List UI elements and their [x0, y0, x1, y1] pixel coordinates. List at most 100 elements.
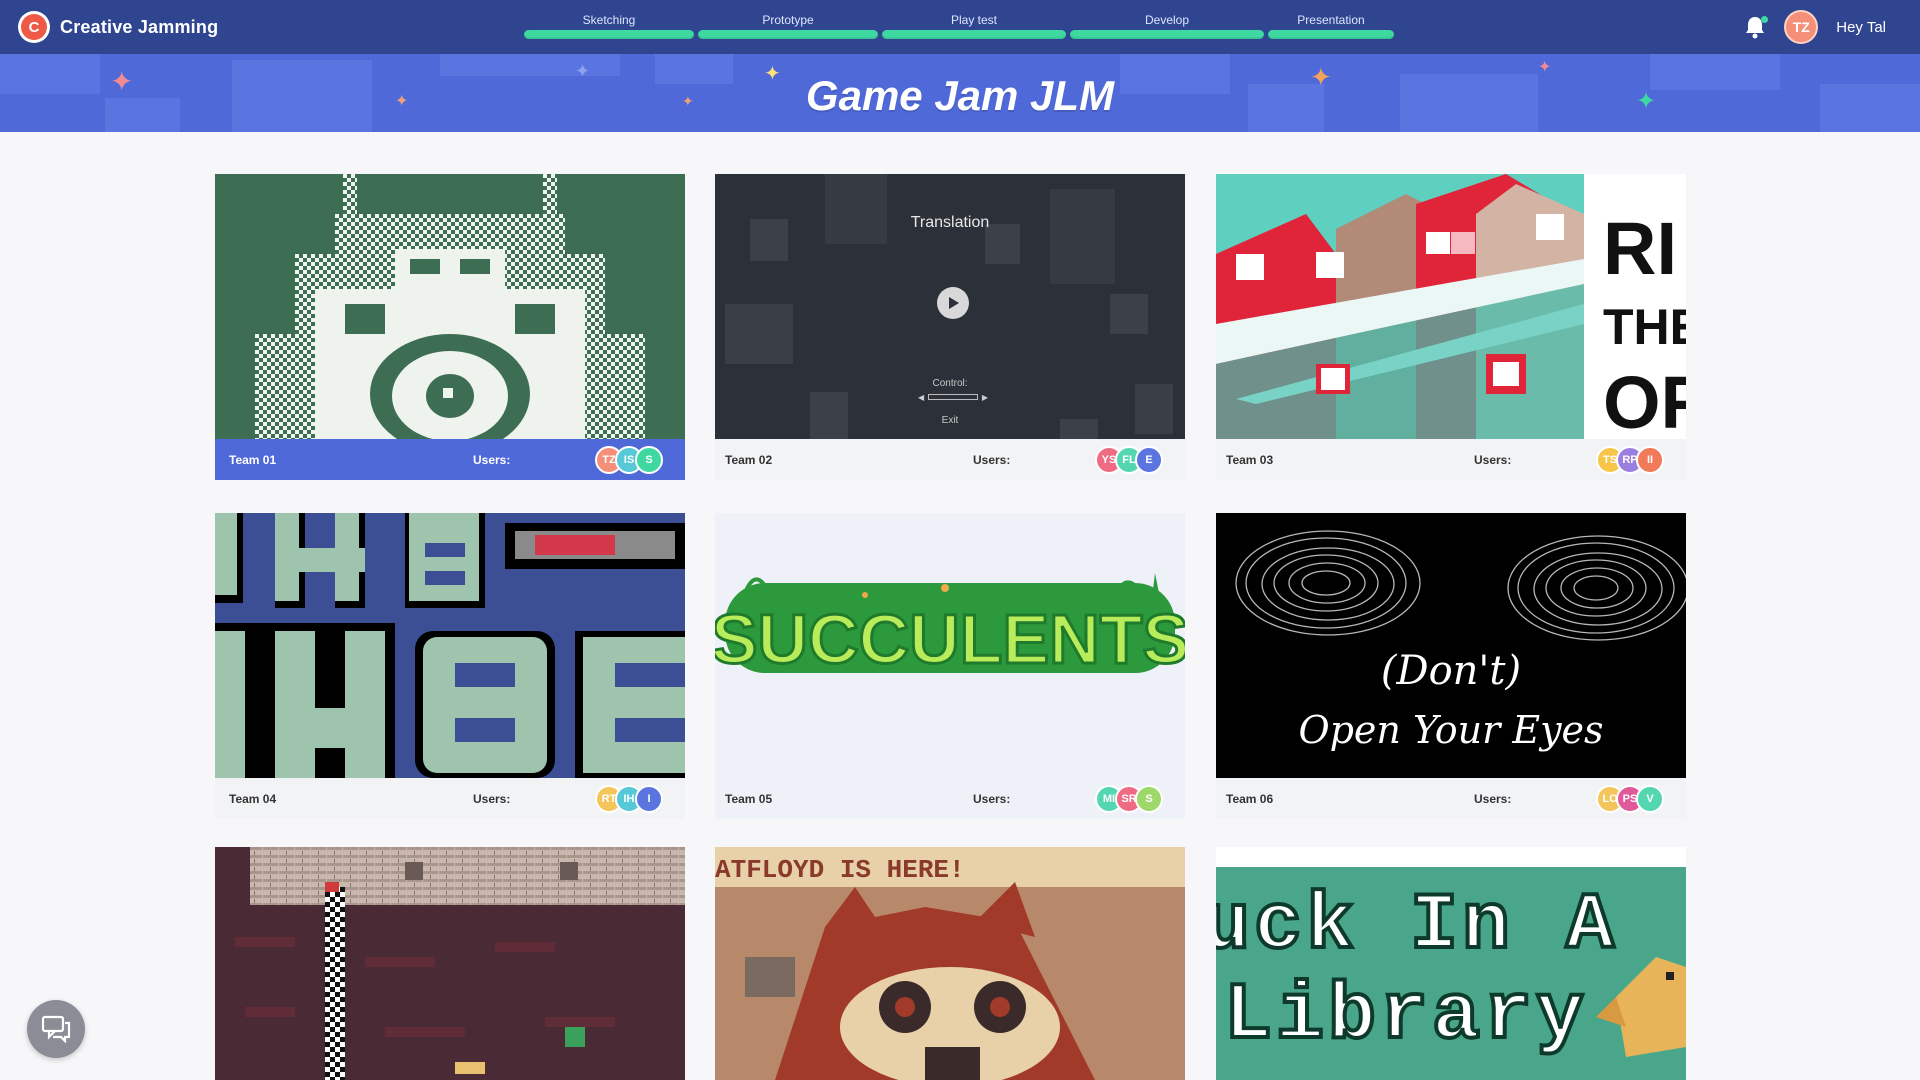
- team-label: Team 03: [1226, 452, 1274, 467]
- card-footer: Team 03 Users: TS RP II: [1216, 439, 1686, 480]
- card-thumbnail: RI THE OF: [1216, 174, 1686, 439]
- users-label: Users:: [473, 791, 511, 806]
- thumb-text: SUCCULENTS: [715, 600, 1185, 678]
- card-thumbnail: [215, 174, 685, 439]
- stage-label: Develop: [1144, 13, 1190, 27]
- team-label: Team 01: [229, 452, 277, 467]
- card-thumbnail: ATFLOYD IS HERE!: [715, 847, 1185, 1080]
- thumb-text-2: THE: [1603, 299, 1686, 355]
- team-label: Team 06: [1226, 791, 1274, 806]
- users-label: Users:: [973, 452, 1011, 467]
- play-icon[interactable]: [937, 287, 969, 319]
- chat-icon: [41, 1015, 71, 1043]
- user-greeting: Hey Tal: [1836, 18, 1886, 36]
- arrow-right-icon: ▶: [981, 392, 988, 402]
- avatar[interactable]: II: [1636, 445, 1664, 474]
- brand[interactable]: C Creative Jamming: [18, 11, 218, 43]
- control-label: Control:: [932, 378, 968, 389]
- team-card-07[interactable]: [215, 847, 685, 1080]
- exit-label[interactable]: Exit: [715, 415, 1185, 426]
- team-card-03[interactable]: RI THE OF Team 03 Users: TS RP II: [1216, 174, 1686, 480]
- avatar-group: TZ IS S: [595, 445, 663, 474]
- brand-logo-letter: C: [29, 19, 40, 36]
- thumb-block: [1050, 189, 1115, 284]
- thumb-line-1: (Don't): [1380, 648, 1522, 694]
- control-slider[interactable]: ◀ ▶: [918, 392, 988, 402]
- card-thumbnail: [215, 847, 685, 1080]
- page-title: Game Jam JLM: [805, 72, 1115, 119]
- team-card-06[interactable]: (Don't) Open Your Eyes Team 06 Users: LO…: [1216, 513, 1686, 819]
- brand-name: Creative Jamming: [60, 16, 219, 37]
- team-card-09[interactable]: uck In A Library: [1216, 847, 1686, 1080]
- card-footer: Team 01 Users: TZ IS S: [215, 439, 685, 480]
- top-navigation-bar: C Creative Jamming Sketching Prototype P…: [0, 0, 1920, 54]
- stage-sketching[interactable]: Sketching: [524, 0, 694, 54]
- users-label: Users:: [973, 791, 1011, 806]
- stage-label: Play test: [950, 13, 998, 27]
- users-label: Users:: [1474, 791, 1512, 806]
- avatar-group: YS FL E: [1095, 445, 1163, 474]
- thumb-text-1: RI: [1603, 207, 1677, 290]
- bell-icon[interactable]: [1744, 15, 1769, 39]
- card-footer: Team 02 Users: YS FL E: [715, 439, 1185, 480]
- user-area: TZ Hey Tal: [1744, 0, 1886, 54]
- card-thumbnail: SUCCULENTS: [715, 513, 1185, 778]
- card-thumbnail: (Don't) Open Your Eyes: [1216, 513, 1686, 778]
- user-avatar[interactable]: TZ: [1784, 10, 1819, 44]
- avatar[interactable]: E: [1135, 445, 1163, 474]
- stage-develop[interactable]: Develop: [1070, 0, 1264, 54]
- team-card-02[interactable]: Translation Control: ◀ ▶ Exit Team 02 Us…: [715, 174, 1185, 480]
- users-label: Users:: [473, 452, 511, 467]
- team-label: Team 05: [725, 791, 773, 806]
- team-label: Team 04: [229, 791, 277, 806]
- stage-progress: Sketching Prototype Play test Develop Pr…: [524, 0, 1394, 54]
- card-thumbnail: Translation Control: ◀ ▶ Exit: [715, 174, 1185, 439]
- banner: ✦ ✦ ✦ ✦ ✦ ✦ ✦ ✦ Game Jam JLM: [0, 54, 1920, 132]
- stage-bar: [1268, 30, 1394, 39]
- avatar[interactable]: S: [635, 445, 663, 474]
- card-thumbnail: uck In A Library: [1216, 847, 1686, 1080]
- thumb-line-2: Open Your Eyes: [1298, 708, 1604, 752]
- thumb-block: [825, 174, 887, 244]
- team-card-04[interactable]: Team 04 Users: RT IH I: [215, 513, 685, 819]
- thumb-block: [1135, 384, 1173, 434]
- brand-logo-icon: C: [18, 11, 50, 43]
- avatar[interactable]: V: [1636, 784, 1664, 813]
- avatar-group: TS RP II: [1596, 445, 1664, 474]
- stage-label: Sketching: [582, 13, 636, 27]
- card-footer: Team 04 Users: RT IH I: [215, 778, 685, 819]
- team-label: Team 02: [725, 452, 773, 467]
- thumb-line-1: uck In A: [1216, 881, 1619, 972]
- thumb-line-2: Library: [1222, 971, 1589, 1062]
- thumb-block: [725, 304, 793, 364]
- stage-label: Prototype: [762, 13, 814, 27]
- thumb-text-3: OF: [1603, 361, 1686, 439]
- team-card-08[interactable]: ATFLOYD IS HERE!: [715, 847, 1185, 1080]
- team-card-05[interactable]: SUCCULENTS Team 05 Users: MI SR S: [715, 513, 1185, 819]
- users-label: Users:: [1474, 452, 1512, 467]
- card-footer: Team 06 Users: LO PS V: [1216, 778, 1686, 819]
- stage-presentation[interactable]: Presentation: [1268, 0, 1394, 54]
- notification-dot: [1761, 16, 1769, 23]
- avatar[interactable]: I: [635, 784, 663, 813]
- avatar-group: MI SR S: [1095, 784, 1163, 813]
- avatar-group: RT IH I: [595, 784, 663, 813]
- avatar-group: LO PS V: [1596, 784, 1664, 813]
- chat-button[interactable]: [27, 1000, 85, 1058]
- slider-track: [928, 394, 978, 400]
- arrow-left-icon: ◀: [918, 392, 925, 402]
- card-footer: Team 05 Users: MI SR S: [715, 778, 1185, 819]
- team-card-01[interactable]: Team 01 Users: TZ IS S: [215, 174, 685, 480]
- duck-icon: [1596, 957, 1686, 1057]
- thumb-title: Translation: [910, 214, 990, 231]
- card-thumbnail: [215, 513, 685, 778]
- stage-bar: [882, 30, 1066, 39]
- stage-label: Presentation: [1297, 13, 1365, 27]
- stage-bar: [524, 30, 694, 39]
- stage-prototype[interactable]: Prototype: [698, 0, 878, 54]
- thumb-block: [1110, 294, 1148, 334]
- stage-bar: [1070, 30, 1264, 39]
- stage-play-test[interactable]: Play test: [882, 0, 1066, 54]
- stage-bar: [698, 30, 878, 39]
- avatar[interactable]: S: [1135, 784, 1163, 813]
